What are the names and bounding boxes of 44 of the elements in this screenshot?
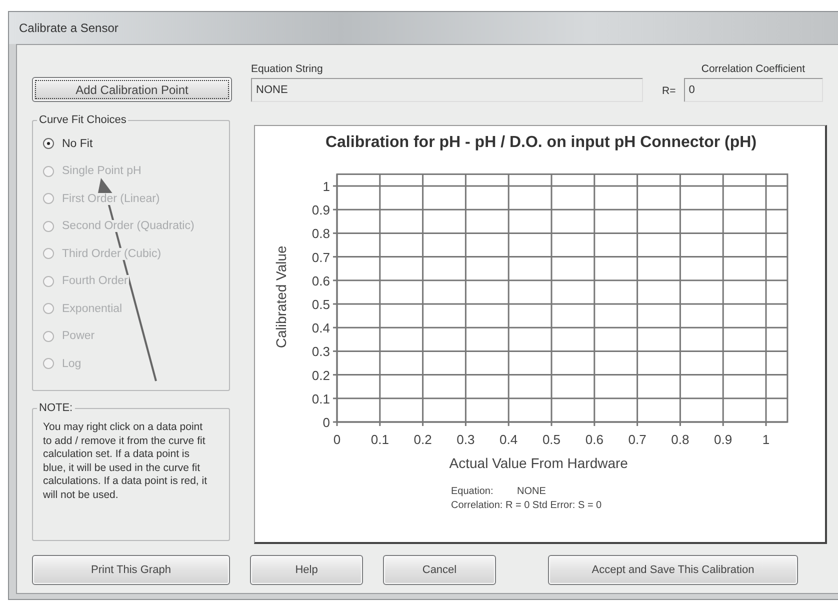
tick-label: 1	[322, 179, 330, 194]
x-axis-label: Actual Value From Hardware	[449, 455, 628, 471]
tick-label: 0.3	[312, 344, 330, 360]
tick-label: 0.5	[312, 297, 330, 312]
chart-title: Calibration for pH - pH / D.O. on input pH Connector (pH)	[325, 134, 757, 151]
tick-label: 0.2	[414, 432, 432, 447]
equation-label: Equation:	[451, 486, 494, 497]
tick-label: 0.7	[628, 432, 646, 447]
dialog-button[interactable]: Accept and Save This Calibration	[548, 554, 798, 584]
group-title: NOTE:	[38, 402, 74, 414]
field-label: Correlation Coefficient	[700, 63, 806, 75]
tick-label: 0.6	[585, 432, 604, 447]
tick-label: 0.4	[500, 432, 518, 447]
tick-label: 0.9	[312, 202, 330, 218]
tick-label: 0	[322, 415, 330, 430]
tick-label: 0.7	[312, 250, 330, 265]
tick-label: 0.8	[312, 226, 330, 242]
dialog-button[interactable]: Print This Graph	[32, 554, 230, 584]
dialog-button[interactable]: Cancel	[383, 554, 496, 584]
tick-label: 0.4	[312, 320, 330, 336]
tick-label: 0.1	[312, 391, 330, 406]
tick-label: 0.8	[671, 432, 690, 447]
y-axis-label: Calibrated Value	[273, 246, 289, 348]
correlation-field[interactable]: 0	[684, 78, 823, 102]
dialog-button[interactable]: Help	[250, 554, 363, 584]
radio-button[interactable]	[43, 138, 54, 150]
tick-label: 0.9	[714, 432, 732, 447]
correlation-stats: Correlation: R = 0 Std Error: S = 0	[451, 500, 602, 511]
equation-value: NONE	[517, 486, 546, 497]
group-title: Curve Fit Choices	[38, 114, 128, 126]
field-label: Equation String	[251, 63, 324, 75]
add-calibration-point-button[interactable]: Add Calibration Point	[32, 77, 232, 102]
field-label: R=	[662, 85, 676, 97]
tick-label: 0.5	[542, 432, 561, 447]
tick-label: 0.6	[312, 273, 330, 288]
tick-label: 0.1	[370, 432, 389, 447]
equation-string-field[interactable]: NONE	[251, 78, 643, 102]
radio-option[interactable]: No Fit	[43, 130, 221, 158]
tick-label: 0	[333, 432, 341, 447]
note-text: You may right click on a data point to add / remove it from the curve fit calculation set. If a data point is blue, it will be used in the curve fit calculations. If a data point is red, it will not be used.	[43, 421, 208, 502]
tick-label: 0.3	[456, 432, 475, 447]
tick-label: 0.2	[312, 368, 330, 383]
tick-label: 1	[762, 432, 770, 447]
window-title: Calibrate a Sensor	[19, 21, 118, 35]
